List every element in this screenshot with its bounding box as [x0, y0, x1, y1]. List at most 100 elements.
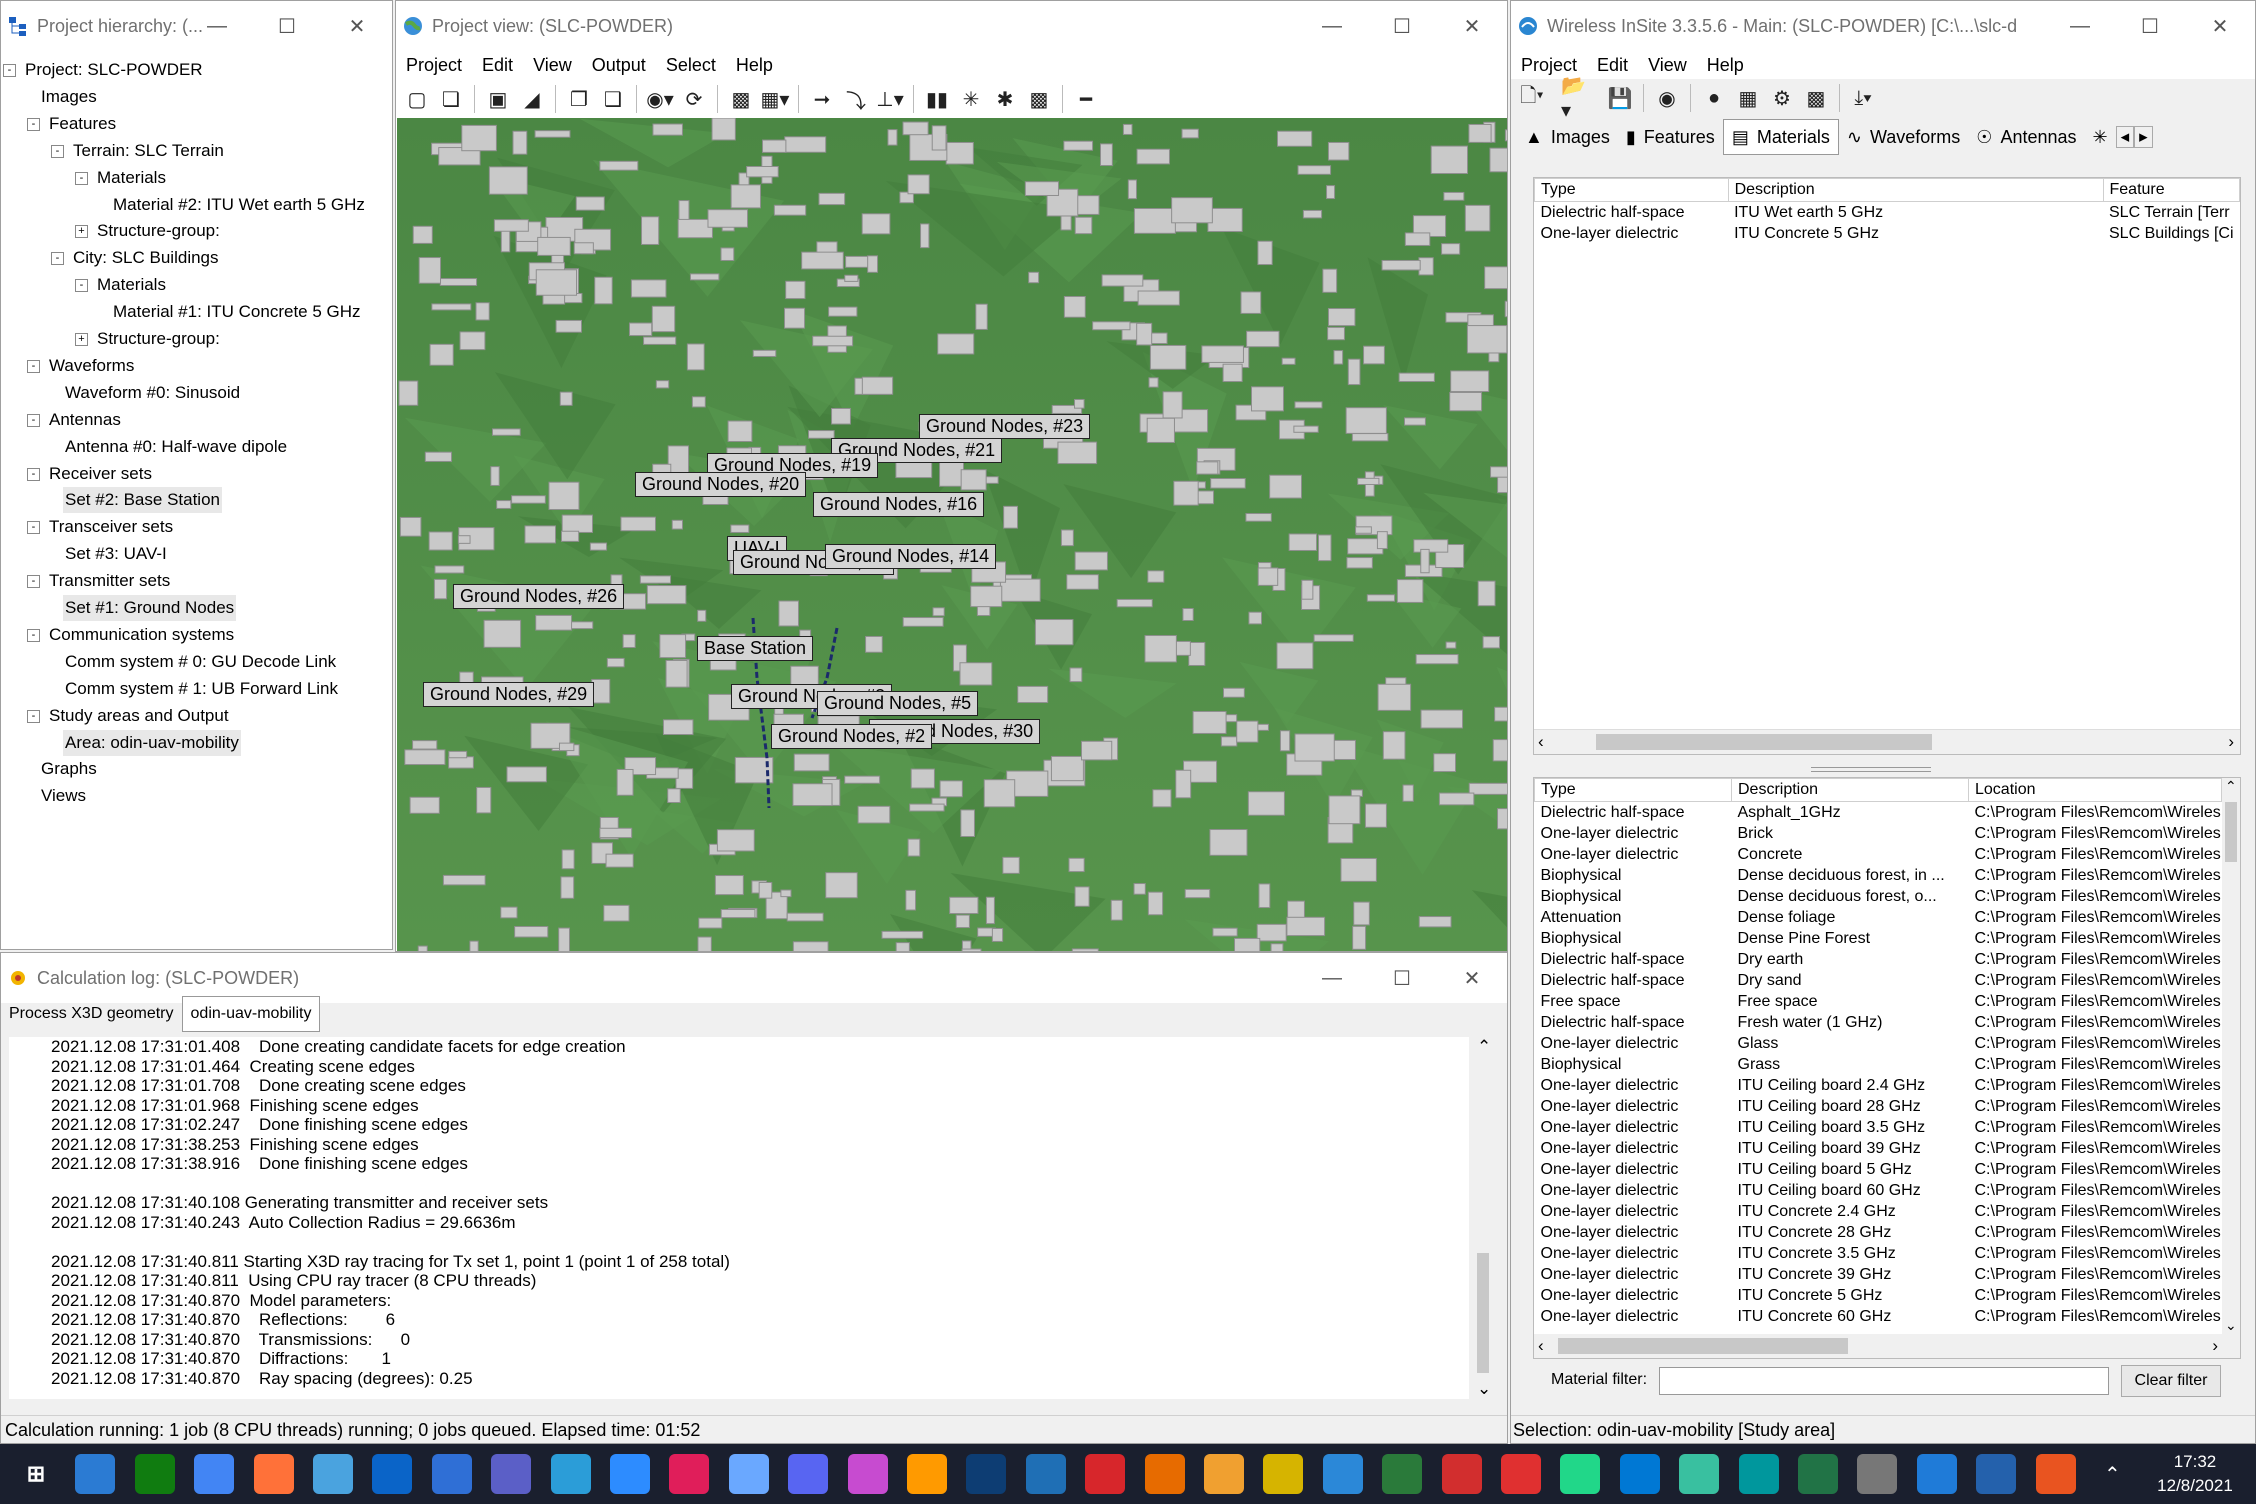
globe-icon[interactable]: ●	[1699, 83, 1729, 113]
column-header-location[interactable]: Location	[1968, 778, 2222, 802]
spark-icon[interactable]: ✱	[990, 84, 1020, 114]
minimize-icon[interactable]: —	[182, 1, 252, 51]
tree-expander-icon[interactable]: -	[75, 279, 88, 293]
mail-icon[interactable]	[431, 1454, 472, 1494]
red-app-icon[interactable]	[1441, 1454, 1482, 1494]
scroll-down-icon[interactable]: ⌄	[2225, 1317, 2237, 1334]
scrollbar-thumb[interactable]	[1596, 734, 1932, 750]
tree-expander-icon[interactable]: -	[51, 144, 64, 158]
hierarchy-icon[interactable]: ▦	[1733, 83, 1763, 113]
table-row[interactable]: Dielectric half-space Asphalt_1GHz C:\Prog…	[1535, 802, 2222, 824]
clock[interactable]: 17:32 12/8/2021	[2140, 1450, 2250, 1498]
scroll-left-icon[interactable]: ‹	[1538, 1336, 1544, 1356]
table-row[interactable]: One-layer dielectric ITU Concrete 39 GHz C…	[1535, 1264, 2222, 1285]
ground-node-label[interactable]: Ground Nodes, #20	[635, 472, 807, 497]
tree-node[interactable]: Comm system # 0: GU Decode Link	[63, 649, 338, 675]
column-header-description[interactable]: Description	[1731, 778, 1969, 802]
table-row[interactable]: Biophysical Grass C:\Program Files\Remcom\…	[1535, 1054, 2222, 1075]
tree-expander-icon[interactable]: -	[51, 252, 64, 266]
tree-node[interactable]: Area: odin-uav-mobility	[63, 729, 241, 756]
chrome-icon[interactable]	[194, 1454, 235, 1494]
column-header-description[interactable]: Description	[1727, 178, 2104, 202]
save-icon[interactable]: 💾	[1605, 83, 1635, 113]
illustrator-icon[interactable]	[907, 1454, 947, 1494]
firefox-icon[interactable]	[253, 1454, 294, 1494]
vscode-icon[interactable]	[1619, 1454, 1660, 1494]
3d-scene-view[interactable]: Ground Nodes, #23 Ground Nodes, #21 Ground…	[397, 118, 1507, 951]
project-view-titlebar[interactable]: Project view: (SLC-POWDER) — ☐ ✕	[396, 1, 1507, 51]
main-titlebar[interactable]: Wireless InSite 3.3.5.6 - Main: (SLC-POW…	[1511, 1, 2255, 51]
tree-expander-icon[interactable]: -	[27, 628, 40, 642]
zoom-icon[interactable]	[610, 1454, 650, 1494]
tree-node[interactable]: Waveform #0: Sinusoid	[63, 380, 242, 406]
insite-icon[interactable]	[966, 1454, 1007, 1494]
view-front-icon[interactable]: ▢	[402, 84, 432, 114]
tab-scroll-right-icon[interactable]: ▸	[2134, 126, 2153, 148]
tree-expander-icon[interactable]: -	[75, 171, 88, 185]
table-row[interactable]: One-layer dielectric Concrete C:\Program F…	[1535, 844, 2222, 865]
tree-node[interactable]: Features	[47, 111, 118, 137]
outlook-icon[interactable]	[372, 1454, 413, 1494]
chart-app-icon[interactable]	[75, 1454, 116, 1494]
menu-select[interactable]: Select	[656, 55, 726, 76]
minimize-icon[interactable]: —	[1297, 953, 1367, 1003]
tree-node[interactable]: Materials	[95, 165, 168, 191]
discord-icon[interactable]	[788, 1454, 829, 1494]
waveform-icon[interactable]	[1382, 1454, 1423, 1494]
table-row[interactable]: One-layer dielectric ITU Ceiling board 28…	[1535, 1096, 2222, 1117]
hierarchy-titlebar[interactable]: Project hierarchy: (... — ☐ ✕	[1, 1, 392, 51]
pixel-icon[interactable]: ▩	[1024, 84, 1054, 114]
tree-expander-icon[interactable]: -	[27, 709, 40, 723]
maximize-icon[interactable]: ☐	[2115, 1, 2185, 51]
tree-node[interactable]: Terrain: SLC Terrain	[71, 138, 226, 164]
table-row[interactable]: One-layer dielectric ITU Ceiling board 2.…	[1535, 1075, 2222, 1096]
f-app-icon[interactable]	[1204, 1454, 1244, 1494]
tree-expander-icon[interactable]: -	[27, 413, 40, 427]
table-row[interactable]: One-layer dielectric ITU Concrete 28 GHz C…	[1535, 1222, 2222, 1243]
tree-node[interactable]: Transceiver sets	[47, 514, 175, 540]
splitter[interactable]	[1811, 767, 1931, 772]
table-row[interactable]: One-layer dielectric ITU Ceiling board 39…	[1535, 1138, 2222, 1159]
table-row[interactable]: Dielectric half-space ITU Wet earth 5 GHz…	[1535, 202, 2240, 224]
camera-icon[interactable]	[847, 1454, 888, 1494]
tree-expander-icon[interactable]: -	[27, 117, 40, 131]
tree-node[interactable]: Study areas and Output	[47, 703, 231, 729]
table-row[interactable]: One-layer dielectric ITU Concrete 60 GHz C…	[1535, 1306, 2222, 1327]
chat-icon[interactable]	[728, 1454, 769, 1494]
tree-expander-icon[interactable]: -	[3, 64, 16, 77]
tree-node[interactable]: Structure-group:	[95, 326, 222, 352]
tree-node[interactable]: Material #2: ITU Wet earth 5 GHz	[111, 192, 367, 218]
tree-node[interactable]: Communication systems	[47, 622, 236, 648]
ground-node-label[interactable]: Ground Nodes, #26	[453, 584, 625, 609]
arrow-down-icon[interactable]: ⤵	[841, 84, 871, 114]
game-icon[interactable]	[1501, 1454, 1541, 1494]
scroll-right-icon[interactable]: ›	[2228, 732, 2234, 752]
powershell-icon[interactable]	[1976, 1454, 2017, 1494]
menu-edit[interactable]: Edit	[472, 55, 523, 76]
tree-expander-icon[interactable]: -	[27, 575, 40, 589]
tree-node[interactable]: Images	[39, 84, 99, 110]
teams-icon[interactable]	[491, 1454, 532, 1494]
log-vertical-scrollbar[interactable]: ⌃ ⌄	[1473, 1037, 1493, 1399]
close-icon[interactable]: ✕	[1437, 953, 1507, 1003]
table-row[interactable]: Dielectric half-space Dry sand C:\Program …	[1535, 970, 2222, 991]
slack-icon[interactable]	[669, 1454, 710, 1494]
run-icon[interactable]: ⚙	[1767, 83, 1797, 113]
table-row[interactable]: One-layer dielectric ITU Ceiling board 5 …	[1535, 1159, 2222, 1180]
vertical-scrollbar[interactable]: ⌃ ⌄	[2222, 778, 2240, 1334]
tree-node[interactable]: Antennas	[47, 407, 123, 433]
xbox-icon[interactable]	[134, 1454, 175, 1494]
maximize-icon[interactable]: ☐	[1367, 1, 1437, 51]
table-row[interactable]: One-layer dielectric ITU Ceiling board 3.…	[1535, 1117, 2222, 1138]
menu-help[interactable]: Help	[1697, 55, 1754, 76]
minimize-icon[interactable]: —	[2045, 1, 2115, 51]
table-row[interactable]: Dielectric half-space Fresh water (1 GHz)…	[1535, 1012, 2222, 1033]
horizontal-scrollbar[interactable]: ‹ ›	[1534, 729, 2240, 754]
arduino-icon[interactable]	[1738, 1454, 1779, 1494]
column-header-feature[interactable]: Feature	[2102, 178, 2240, 202]
tab-scroll-left-icon[interactable]: ◂	[2115, 126, 2135, 148]
ground-node-label[interactable]: Ground Nodes, #29	[423, 682, 595, 707]
clear-filter-button[interactable]: Clear filter	[2121, 1365, 2221, 1397]
table-row[interactable]: Dielectric half-space Dry earth C:\Program…	[1535, 949, 2222, 970]
tab-process-x3d-geometry[interactable]: Process X3D geometry	[1, 997, 182, 1031]
